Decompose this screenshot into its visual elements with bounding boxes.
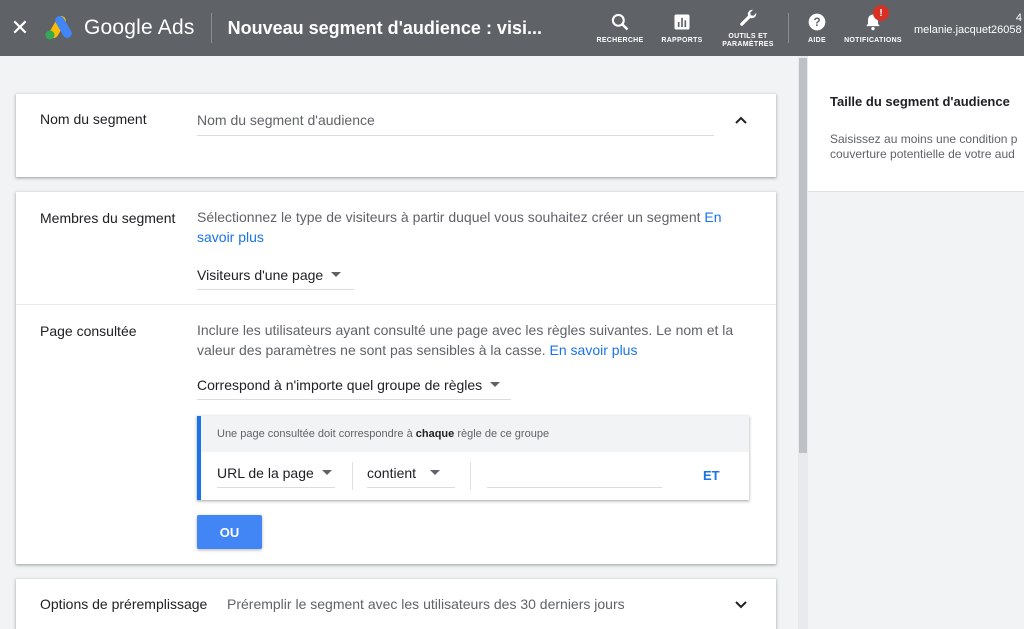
prefill-label: Options de préremplissage [40,596,208,612]
match-mode-dropdown[interactable]: Correspond à n'importe quel groupe de rè… [197,370,511,400]
rule-header-pre: Une page consultée doit correspondre à [217,428,413,440]
audience-size-text-1: Saisissez au moins une condition p [830,132,1018,146]
google-ads-logo-icon [45,16,72,40]
page-visited-description: Inclure les utilisateurs ayant consulté … [197,320,757,360]
audience-size-text-2: couverture potentielle de votre aud [830,147,1015,161]
segment-name-card: Nom du segment Nom du segment d'audience [16,94,776,177]
or-button[interactable]: OU [197,515,262,549]
tools-label: OUTILS ET PARAMÈTRES [722,33,774,48]
chevron-up-icon[interactable] [734,112,748,130]
account-number: 4 [1015,12,1022,24]
brand-name: Google Ads [84,16,195,39]
main-scrollbar[interactable] [798,56,808,629]
rule-field-dropdown[interactable]: URL de la page [217,458,335,488]
help-button[interactable]: ? AIDE [795,0,839,56]
audience-size-text: Saisissez au moins une condition p couve… [830,132,1017,162]
reports-button[interactable]: RAPPORTS [650,0,714,56]
account-info[interactable]: 4 melanie.jacquet26058 [914,12,1024,36]
segment-name-label: Nom du segment [40,111,147,127]
rule-field-value: URL de la page [217,464,314,481]
account-email: melanie.jacquet26058 [914,24,1022,36]
dropdown-caret-icon [331,272,342,277]
tools-button[interactable]: OUTILS ET PARAMÈTRES [714,0,782,56]
google-ads-logo [44,15,74,41]
header-actions-divider [788,13,789,43]
page-visited-text-2: valeur des paramètres ne sont pas sensib… [197,342,546,358]
svg-text:?: ? [813,16,820,29]
dropdown-caret-icon [430,470,441,475]
audience-size-title: Taille du segment d'audience [830,94,1010,109]
rule-operator-value: contient [367,464,417,481]
rule-divider [352,462,353,490]
bell-icon: ! [863,5,889,33]
visitor-type-value: Visiteurs d'une page [197,266,324,283]
wrench-icon [737,7,759,29]
learn-more-link-2[interactable]: En savoir plus [550,342,638,358]
segment-members-label: Membres du segment [40,210,176,226]
segment-members-card: Membres du segment Sélectionnez le type … [16,192,776,564]
rule-divider [470,462,471,490]
visitor-type-dropdown[interactable]: Visiteurs d'une page [197,260,354,290]
segment-name-input[interactable]: Nom du segment d'audience [197,106,714,136]
chevron-down-icon[interactable] [734,597,748,615]
dropdown-caret-icon [321,470,332,475]
top-bar: ✕ Google Ads Nouveau segment d'audience … [0,0,1024,56]
header-divider [210,13,212,43]
scrollbar-thumb[interactable] [799,58,807,453]
notification-badge: ! [873,5,889,21]
search-button[interactable]: RECHERCHE [590,0,650,56]
section-divider [16,304,776,305]
prefill-card: Options de préremplissage Préremplir le … [16,579,776,629]
page-visited-text-1: Inclure les utilisateurs ayant consulté … [197,322,734,338]
page-title: Nouveau segment d'audience : visi... [227,17,542,38]
rule-row: URL de la page contient ET [201,452,749,500]
close-icon[interactable]: ✕ [0,0,40,56]
prefill-description: Préremplir le segment avec les utilisate… [227,596,625,612]
match-mode-value: Correspond à n'importe quel groupe de rè… [197,376,483,393]
and-button[interactable]: ET [703,468,720,483]
help-label: AIDE [808,37,826,44]
main-content: Nom du segment Nom du segment d'audience… [0,56,800,629]
rule-group-header: Une page consultée doit correspondre à c… [201,416,749,452]
reports-label: RAPPORTS [661,37,703,44]
help-icon: ? [807,11,827,33]
segment-name-placeholder: Nom du segment d'audience [197,112,375,128]
rule-group: Une page consultée doit correspondre à c… [197,416,749,500]
search-icon [610,11,630,33]
search-label: RECHERCHE [596,37,644,44]
rule-header-bold: chaque [415,428,455,440]
bar-chart-icon [672,11,692,33]
learn-more-link-1b[interactable]: savoir plus [197,229,264,245]
notifications-button[interactable]: ! NOTIFICATIONS [839,0,907,56]
segment-members-description: Sélectionnez le type de visiteurs à part… [197,207,757,247]
page-visited-label: Page consultée [40,323,137,339]
dropdown-caret-icon [490,382,501,387]
learn-more-link-1a[interactable]: En [704,209,721,225]
header-actions: RECHERCHE RAPPORTS OUTILS ET PARAMÈTRES ?… [590,0,907,56]
rule-value-input[interactable] [487,458,662,488]
audience-size-card: Taille du segment d'audience Saisissez a… [808,56,1024,192]
right-panel: Taille du segment d'audience Saisissez a… [808,56,1024,629]
rule-operator-dropdown[interactable]: contient [367,458,455,488]
rule-header-post: règle de ce groupe [457,428,550,440]
notifications-label: NOTIFICATIONS [844,37,902,44]
segment-members-text: Sélectionnez le type de visiteurs à part… [197,209,701,225]
